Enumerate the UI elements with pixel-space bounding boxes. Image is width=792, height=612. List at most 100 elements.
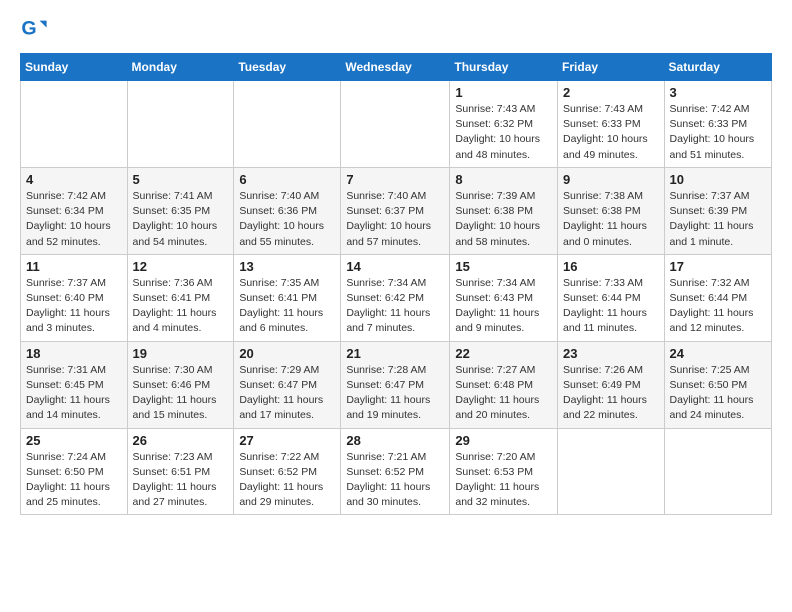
- day-info: Sunrise: 7:38 AM Sunset: 6:38 PM Dayligh…: [563, 189, 659, 250]
- day-info: Sunrise: 7:35 AM Sunset: 6:41 PM Dayligh…: [239, 276, 335, 337]
- calendar-cell: [234, 81, 341, 168]
- day-info: Sunrise: 7:36 AM Sunset: 6:41 PM Dayligh…: [133, 276, 229, 337]
- svg-text:G: G: [21, 18, 36, 40]
- calendar-cell: 21 Sunrise: 7:28 AM Sunset: 6:47 PM Dayli…: [341, 341, 450, 428]
- day-info: Sunrise: 7:34 AM Sunset: 6:43 PM Dayligh…: [455, 276, 552, 337]
- calendar-cell: 8 Sunrise: 7:39 AM Sunset: 6:38 PM Daylig…: [450, 167, 558, 254]
- calendar-week-row: 4Sunrise: 7:42 AM Sunset: 6:34 PM Daylig…: [21, 167, 772, 254]
- header-wednesday: Wednesday: [341, 54, 450, 81]
- day-number: 27: [239, 433, 335, 448]
- day-number: 18: [26, 346, 122, 361]
- calendar-cell: 1 Sunrise: 7:43 AM Sunset: 6:32 PM Daylig…: [450, 81, 558, 168]
- calendar-cell: 22 Sunrise: 7:27 AM Sunset: 6:48 PM Dayli…: [450, 341, 558, 428]
- day-info: Sunrise: 7:34 AM Sunset: 6:42 PM Dayligh…: [346, 276, 444, 337]
- calendar-cell: 27 Sunrise: 7:22 AM Sunset: 6:52 PM Dayli…: [234, 428, 341, 515]
- day-info: Sunrise: 7:23 AM Sunset: 6:51 PM Dayligh…: [133, 450, 229, 511]
- header-monday: Monday: [127, 54, 234, 81]
- day-info: Sunrise: 7:33 AM Sunset: 6:44 PM Dayligh…: [563, 276, 659, 337]
- day-number: 19: [133, 346, 229, 361]
- day-info: Sunrise: 7:28 AM Sunset: 6:47 PM Dayligh…: [346, 363, 444, 424]
- day-info: Sunrise: 7:32 AM Sunset: 6:44 PM Dayligh…: [670, 276, 766, 337]
- day-number: 4: [26, 172, 122, 187]
- calendar-cell: 10 Sunrise: 7:37 AM Sunset: 6:39 PM Dayli…: [664, 167, 771, 254]
- calendar-cell: 4Sunrise: 7:42 AM Sunset: 6:34 PM Daylig…: [21, 167, 128, 254]
- day-info: Sunrise: 7:31 AM Sunset: 6:45 PM Dayligh…: [26, 363, 122, 424]
- day-info: Sunrise: 7:40 AM Sunset: 6:37 PM Dayligh…: [346, 189, 444, 250]
- day-number: 5: [133, 172, 229, 187]
- calendar-cell: 11 Sunrise: 7:37 AM Sunset: 6:40 PM Dayli…: [21, 254, 128, 341]
- day-info: Sunrise: 7:20 AM Sunset: 6:53 PM Dayligh…: [455, 450, 552, 511]
- day-number: 1: [455, 85, 552, 100]
- calendar-cell: 3 Sunrise: 7:42 AM Sunset: 6:33 PM Daylig…: [664, 81, 771, 168]
- day-info: Sunrise: 7:43 AM Sunset: 6:32 PM Dayligh…: [455, 102, 552, 163]
- day-number: 25: [26, 433, 122, 448]
- calendar-cell: 16 Sunrise: 7:33 AM Sunset: 6:44 PM Dayli…: [558, 254, 665, 341]
- calendar-week-row: 18 Sunrise: 7:31 AM Sunset: 6:45 PM Dayli…: [21, 341, 772, 428]
- day-info: Sunrise: 7:29 AM Sunset: 6:47 PM Dayligh…: [239, 363, 335, 424]
- day-info: Sunrise: 7:21 AM Sunset: 6:52 PM Dayligh…: [346, 450, 444, 511]
- day-number: 28: [346, 433, 444, 448]
- calendar-cell: [664, 428, 771, 515]
- calendar-cell: 12Sunrise: 7:36 AM Sunset: 6:41 PM Dayli…: [127, 254, 234, 341]
- calendar-cell: [127, 81, 234, 168]
- day-number: 8: [455, 172, 552, 187]
- calendar-cell: 14 Sunrise: 7:34 AM Sunset: 6:42 PM Dayli…: [341, 254, 450, 341]
- day-number: 24: [670, 346, 766, 361]
- day-number: 15: [455, 259, 552, 274]
- day-number: 16: [563, 259, 659, 274]
- day-number: 23: [563, 346, 659, 361]
- calendar-cell: 9 Sunrise: 7:38 AM Sunset: 6:38 PM Daylig…: [558, 167, 665, 254]
- calendar-cell: [341, 81, 450, 168]
- day-info: Sunrise: 7:24 AM Sunset: 6:50 PM Dayligh…: [26, 450, 122, 511]
- day-info: Sunrise: 7:42 AM Sunset: 6:33 PM Dayligh…: [670, 102, 766, 163]
- day-number: 20: [239, 346, 335, 361]
- calendar-cell: 20 Sunrise: 7:29 AM Sunset: 6:47 PM Dayli…: [234, 341, 341, 428]
- calendar-cell: 13 Sunrise: 7:35 AM Sunset: 6:41 PM Dayli…: [234, 254, 341, 341]
- day-info: Sunrise: 7:39 AM Sunset: 6:38 PM Dayligh…: [455, 189, 552, 250]
- day-info: Sunrise: 7:37 AM Sunset: 6:39 PM Dayligh…: [670, 189, 766, 250]
- day-number: 14: [346, 259, 444, 274]
- calendar-table: Sunday Monday Tuesday Wednesday Thursday…: [20, 53, 772, 515]
- day-number: 11: [26, 259, 122, 274]
- day-info: Sunrise: 7:30 AM Sunset: 6:46 PM Dayligh…: [133, 363, 229, 424]
- calendar-cell: 5 Sunrise: 7:41 AM Sunset: 6:35 PM Daylig…: [127, 167, 234, 254]
- day-info: Sunrise: 7:43 AM Sunset: 6:33 PM Dayligh…: [563, 102, 659, 163]
- day-number: 7: [346, 172, 444, 187]
- day-number: 21: [346, 346, 444, 361]
- calendar-cell: 15 Sunrise: 7:34 AM Sunset: 6:43 PM Dayli…: [450, 254, 558, 341]
- day-info: Sunrise: 7:22 AM Sunset: 6:52 PM Dayligh…: [239, 450, 335, 511]
- calendar-cell: 2 Sunrise: 7:43 AM Sunset: 6:33 PM Daylig…: [558, 81, 665, 168]
- day-number: 22: [455, 346, 552, 361]
- calendar-cell: 29 Sunrise: 7:20 AM Sunset: 6:53 PM Dayli…: [450, 428, 558, 515]
- calendar-cell: 23 Sunrise: 7:26 AM Sunset: 6:49 PM Dayli…: [558, 341, 665, 428]
- day-number: 9: [563, 172, 659, 187]
- calendar-week-row: 1 Sunrise: 7:43 AM Sunset: 6:32 PM Daylig…: [21, 81, 772, 168]
- header-tuesday: Tuesday: [234, 54, 341, 81]
- day-info: Sunrise: 7:37 AM Sunset: 6:40 PM Dayligh…: [26, 276, 122, 337]
- day-number: 29: [455, 433, 552, 448]
- calendar-cell: 17 Sunrise: 7:32 AM Sunset: 6:44 PM Dayli…: [664, 254, 771, 341]
- calendar-cell: [558, 428, 665, 515]
- day-info: Sunrise: 7:41 AM Sunset: 6:35 PM Dayligh…: [133, 189, 229, 250]
- day-info: Sunrise: 7:26 AM Sunset: 6:49 PM Dayligh…: [563, 363, 659, 424]
- day-number: 6: [239, 172, 335, 187]
- calendar-cell: 18 Sunrise: 7:31 AM Sunset: 6:45 PM Dayli…: [21, 341, 128, 428]
- calendar-cell: 24Sunrise: 7:25 AM Sunset: 6:50 PM Dayli…: [664, 341, 771, 428]
- day-info: Sunrise: 7:27 AM Sunset: 6:48 PM Dayligh…: [455, 363, 552, 424]
- header-thursday: Thursday: [450, 54, 558, 81]
- day-number: 3: [670, 85, 766, 100]
- calendar-cell: [21, 81, 128, 168]
- calendar-cell: 6Sunrise: 7:40 AM Sunset: 6:36 PM Daylig…: [234, 167, 341, 254]
- weekday-header-row: Sunday Monday Tuesday Wednesday Thursday…: [21, 54, 772, 81]
- calendar-cell: 25 Sunrise: 7:24 AM Sunset: 6:50 PM Dayli…: [21, 428, 128, 515]
- logo-icon: G: [20, 15, 48, 43]
- calendar-cell: 7 Sunrise: 7:40 AM Sunset: 6:37 PM Daylig…: [341, 167, 450, 254]
- day-number: 10: [670, 172, 766, 187]
- header-sunday: Sunday: [21, 54, 128, 81]
- day-number: 13: [239, 259, 335, 274]
- day-number: 17: [670, 259, 766, 274]
- logo: G: [20, 15, 52, 43]
- day-number: 2: [563, 85, 659, 100]
- header-saturday: Saturday: [664, 54, 771, 81]
- calendar-week-row: 11 Sunrise: 7:37 AM Sunset: 6:40 PM Dayli…: [21, 254, 772, 341]
